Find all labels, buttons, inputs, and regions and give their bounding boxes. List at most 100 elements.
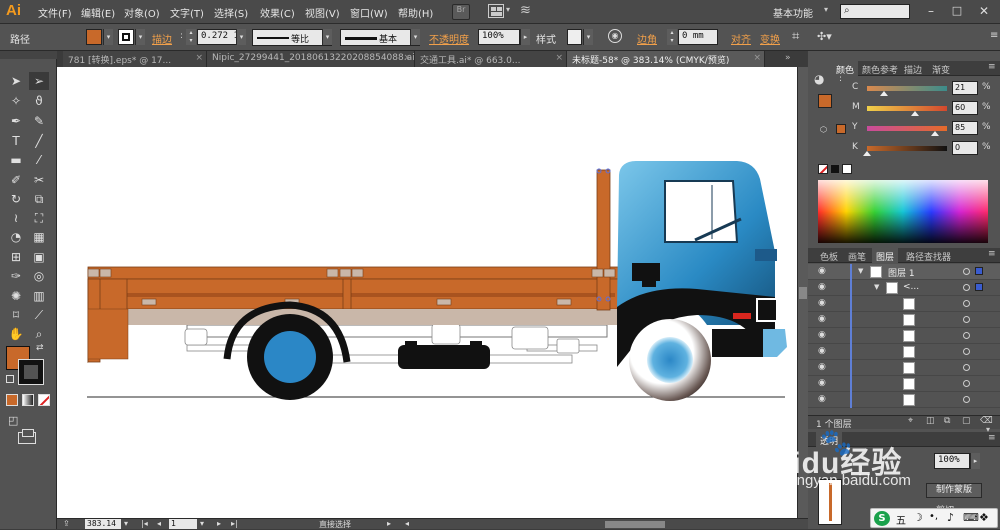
- scissors-icon[interactable]: ✂: [29, 171, 49, 189]
- stroke-swatch[interactable]: [118, 29, 134, 45]
- width-icon[interactable]: ≀: [6, 209, 26, 227]
- menu-file[interactable]: 文件(F): [38, 5, 72, 20]
- page-field[interactable]: 1: [169, 519, 197, 529]
- collapse-icon[interactable]: ▾: [986, 425, 990, 434]
- maximize-button[interactable]: □: [948, 4, 966, 19]
- slider-track[interactable]: [867, 106, 947, 111]
- panel-menu-icon[interactable]: ✣▾: [817, 30, 832, 43]
- tab-pathfinder[interactable]: 路径查找器: [902, 248, 955, 263]
- clipping-mask-icon[interactable]: ◫: [926, 416, 935, 426]
- menu-window[interactable]: 窗口(W): [350, 5, 388, 20]
- artboard-canvas[interactable]: [57, 67, 797, 518]
- color-mode-icon[interactable]: [6, 394, 18, 406]
- target-circle-icon[interactable]: [963, 300, 970, 307]
- horizontal-scroll-thumb[interactable]: [605, 521, 665, 528]
- chevron-down-icon[interactable]: ▾: [506, 5, 510, 14]
- selection-arrow-icon[interactable]: ➤: [6, 72, 26, 90]
- visibility-eye-icon[interactable]: ◉: [818, 378, 826, 388]
- chevron-down-icon[interactable]: ▾: [124, 519, 128, 528]
- none-color-swatch[interactable]: [818, 164, 828, 174]
- mesh-icon[interactable]: ⊞: [6, 248, 26, 266]
- visibility-eye-icon[interactable]: ◉: [818, 282, 826, 292]
- corner-stepper[interactable]: ▴ ▾: [667, 29, 677, 45]
- menu-icon[interactable]: ≡: [990, 30, 998, 41]
- more-tabs-icon[interactable]: »: [785, 53, 791, 63]
- pen-icon[interactable]: ✒: [6, 112, 26, 130]
- menu-select[interactable]: 选择(S): [214, 5, 248, 20]
- isolate-icon[interactable]: ⌗: [792, 29, 799, 44]
- tab-color-guide[interactable]: 颜色参考: [858, 61, 902, 76]
- opacity-field[interactable]: 100%: [478, 29, 520, 45]
- close-icon[interactable]: ×: [403, 53, 411, 63]
- menu-type[interactable]: 文字(T): [170, 5, 204, 20]
- blend-icon[interactable]: ◎: [29, 267, 49, 285]
- channel-value-field[interactable]: 0: [952, 141, 978, 155]
- target-circle-icon[interactable]: [963, 348, 970, 355]
- close-icon[interactable]: ×: [555, 53, 563, 63]
- first-page-icon[interactable]: |◂: [141, 519, 148, 528]
- opacity-label[interactable]: 不透明度: [429, 31, 469, 46]
- target-circle-icon[interactable]: [963, 396, 970, 403]
- black-slider[interactable]: K 0 %: [852, 141, 1000, 157]
- layer-row-main[interactable]: ◉ ▼ 图层 1: [808, 264, 1000, 280]
- ime-logo-icon[interactable]: S: [874, 511, 890, 526]
- target-circle-icon[interactable]: [963, 268, 970, 275]
- layer-row[interactable]: ◉: [808, 296, 1000, 312]
- rectangle-icon[interactable]: ▬: [6, 151, 26, 169]
- gradient-mode-icon[interactable]: [22, 394, 34, 406]
- graphic-style-swatch[interactable]: [567, 29, 582, 45]
- zoom-field[interactable]: 383.14: [85, 519, 121, 529]
- keyboard-icon[interactable]: ⌨: [963, 511, 979, 524]
- slice-icon[interactable]: ⟋: [29, 306, 49, 324]
- pencil-icon[interactable]: ✐: [6, 171, 26, 189]
- white-swatch[interactable]: [842, 164, 852, 174]
- color-panel-icon[interactable]: ◕: [814, 72, 824, 86]
- layer-row[interactable]: ◉: [808, 344, 1000, 360]
- visibility-eye-icon[interactable]: ◉: [818, 266, 826, 276]
- document-tab[interactable]: 781 [转换].eps* @ 17... ×: [63, 51, 207, 67]
- chevron-right-icon[interactable]: ▸: [520, 29, 530, 45]
- target-circle-icon[interactable]: [963, 284, 970, 291]
- color-panel-fill-swatch[interactable]: [818, 94, 832, 108]
- document-tab[interactable]: 交通工具.ai* @ 663.0... ×: [415, 51, 567, 67]
- document-tab[interactable]: Nipic_27299441_20180613220208854088.ai* …: [207, 51, 415, 67]
- menu-effect[interactable]: 效果(C): [260, 5, 295, 20]
- slider-knob[interactable]: [879, 91, 888, 96]
- stroke-label[interactable]: 描边: [152, 31, 172, 46]
- visibility-eye-icon[interactable]: ◉: [818, 298, 826, 308]
- close-icon[interactable]: ×: [195, 53, 203, 63]
- symbol-sprayer-icon[interactable]: ✺: [6, 287, 26, 305]
- recolor-artwork-icon[interactable]: ◉: [608, 29, 622, 43]
- menu-help[interactable]: 帮助(H): [398, 5, 433, 20]
- punctuation-icon[interactable]: •,: [929, 511, 938, 522]
- sublayer-name[interactable]: <...: [903, 282, 919, 292]
- align-button[interactable]: 对齐: [731, 31, 751, 46]
- selection-indicator[interactable]: [975, 283, 983, 291]
- chevron-right-icon[interactable]: ▸: [970, 453, 980, 469]
- tab-swatches[interactable]: 色板: [816, 248, 842, 263]
- export-icon[interactable]: ⇪: [63, 519, 70, 528]
- transform-button[interactable]: 变换: [760, 31, 780, 46]
- selection-indicator[interactable]: [975, 267, 983, 275]
- layer-row[interactable]: ◉: [808, 392, 1000, 408]
- fill-swatch[interactable]: [86, 29, 102, 45]
- perspective-grid-icon[interactable]: ▦: [29, 228, 49, 246]
- target-circle-icon[interactable]: [963, 332, 970, 339]
- panel-grip[interactable]: [0, 51, 57, 59]
- layer-row[interactable]: ◉: [808, 376, 1000, 392]
- direct-selection-icon[interactable]: ➢: [29, 72, 49, 90]
- visibility-eye-icon[interactable]: ◉: [818, 362, 826, 372]
- workspace-switcher[interactable]: 基本功能: [773, 5, 813, 20]
- channel-value-field[interactable]: 60: [952, 101, 978, 115]
- slider-knob[interactable]: [863, 151, 871, 156]
- chevron-down-icon[interactable]: ▾: [410, 29, 420, 45]
- chevron-down-icon[interactable]: ▾: [236, 29, 246, 45]
- document-tab-active[interactable]: 未标题-58* @ 383.14% (CMYK/预览) ×: [567, 51, 765, 67]
- status-arrow-icon[interactable]: ▸: [387, 519, 391, 528]
- visibility-eye-icon[interactable]: ◉: [818, 394, 826, 404]
- expand-triangle-icon[interactable]: ▼: [874, 283, 879, 291]
- gpu-performance-icon[interactable]: ≋: [520, 3, 531, 18]
- layer-row[interactable]: ◉: [808, 360, 1000, 376]
- channel-value-field[interactable]: 85: [952, 121, 978, 135]
- ime-toolbar[interactable]: S 五 ☽ •, ♪ ⌨ ❖: [870, 508, 998, 528]
